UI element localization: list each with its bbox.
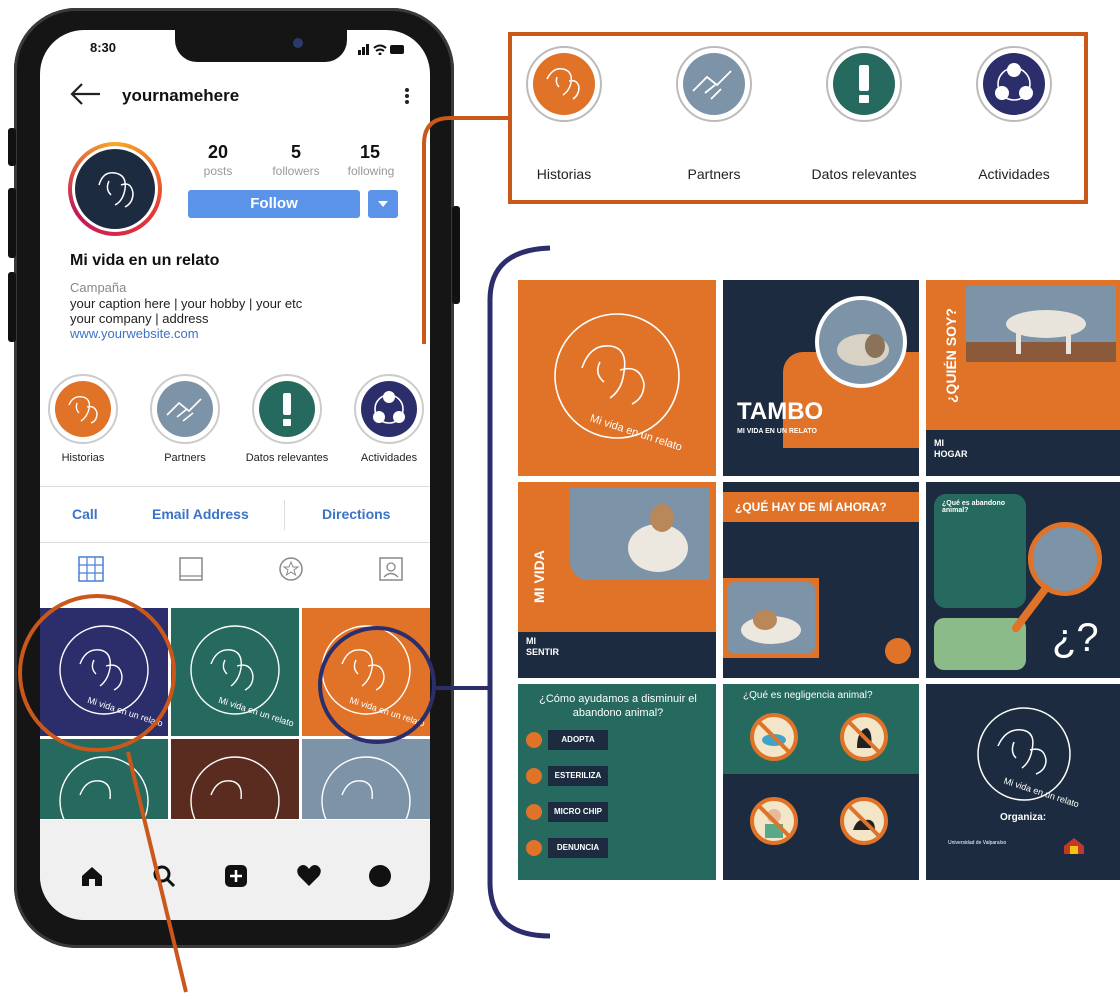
post-organiza: Mi vida en un relato Organiza: Universid… [926, 684, 1120, 880]
callout-label-datos: Datos relevantes [811, 166, 917, 182]
orange-dot [885, 638, 911, 664]
post-tambo: TAMBO MI VIDA EN UN RELATO [723, 280, 919, 476]
logo-caption: Mi vida en un relato [1002, 776, 1080, 810]
dog-photo [815, 296, 907, 388]
no-vet-icon [750, 797, 798, 845]
ayuda-adopta: ADOPTA [548, 730, 608, 750]
post-como-ayudamos: ¿Cómo ayudamos a disminuir el abandono a… [518, 684, 716, 880]
question-mark-icon: ¿? [1052, 616, 1099, 660]
exclamation-icon [859, 65, 869, 103]
tambo-title: TAMBO [737, 398, 824, 425]
handshake-icon [692, 70, 732, 100]
no-suffering-icon [840, 797, 888, 845]
post-que-hay: ¿QUÉ HAY DE MÍ AHORA? [723, 482, 919, 678]
ayuda-denuncia: DENUNCIA [548, 838, 608, 858]
ayuda-esteriliza: ESTERILIZA [548, 766, 608, 786]
dog-photo [727, 582, 815, 654]
post-mi-vida: MI VIDA MI SENTIR [518, 482, 716, 678]
post-logo-orange: Mi vida en un relato [518, 280, 716, 476]
quien-soy-title: ¿QUIÉN SOY? [943, 308, 959, 403]
abandono-question: ¿Qué es abandono animal? [942, 500, 1006, 514]
dog-cat-logo-icon: Mi vida en un relato [977, 707, 1080, 810]
negligencia-title: ¿Qué es negligencia animal? [743, 690, 873, 701]
callout-label-partners: Partners [687, 166, 741, 182]
dog-cat-logo-icon [546, 67, 580, 100]
no-confinement-icon [840, 713, 888, 761]
post-quien-soy: ¿QUIÉN SOY? MI HOGAR [926, 280, 1120, 476]
mi-sentir-label: MI SENTIR [526, 636, 560, 657]
logo-caption: Mi vida en un relato [588, 412, 683, 453]
dog-photo [570, 488, 710, 580]
mi-hogar-label: MI HOGAR [934, 438, 968, 459]
callout-highlight-partners [676, 46, 752, 122]
dog-cat-logo-icon: Mi vida en un relato [554, 313, 684, 454]
activities-icon [995, 63, 1033, 101]
callout-label-actividades: Actividades [978, 166, 1050, 182]
ayuda-microchip: MICRO CHIP [548, 802, 608, 822]
bullet-dot [526, 840, 542, 856]
callout-highlight-actividades [976, 46, 1052, 122]
tambo-subtitle: MI VIDA EN UN RELATO [737, 428, 817, 435]
como-ayudamos-title: ¿Cómo ayudamos a disminuir el abandono a… [539, 693, 697, 719]
uv-logo: Universidad de Valparaíso [948, 840, 1007, 846]
bullet-dot [526, 768, 542, 784]
post-negligencia: ¿Qué es negligencia animal? [723, 684, 919, 880]
que-hay-title: ¿QUÉ HAY DE MÍ AHORA? [735, 500, 887, 514]
highlight-ring-navy [318, 626, 436, 744]
callout-highlight-historias [526, 46, 602, 122]
callout-highlight-datos [826, 46, 902, 122]
no-water-icon [750, 713, 798, 761]
bullet-dot [526, 732, 542, 748]
organiza-label: Organiza: [1000, 812, 1047, 823]
dog-photo [966, 286, 1116, 362]
bullet-dot [526, 804, 542, 820]
post-abandono: ¿Qué es abandono animal? ¿? [926, 482, 1120, 678]
partner-house-logo-icon [1064, 838, 1084, 854]
callout-label-historias: Historias [536, 166, 592, 182]
mi-vida-title: MI VIDA [531, 550, 547, 603]
